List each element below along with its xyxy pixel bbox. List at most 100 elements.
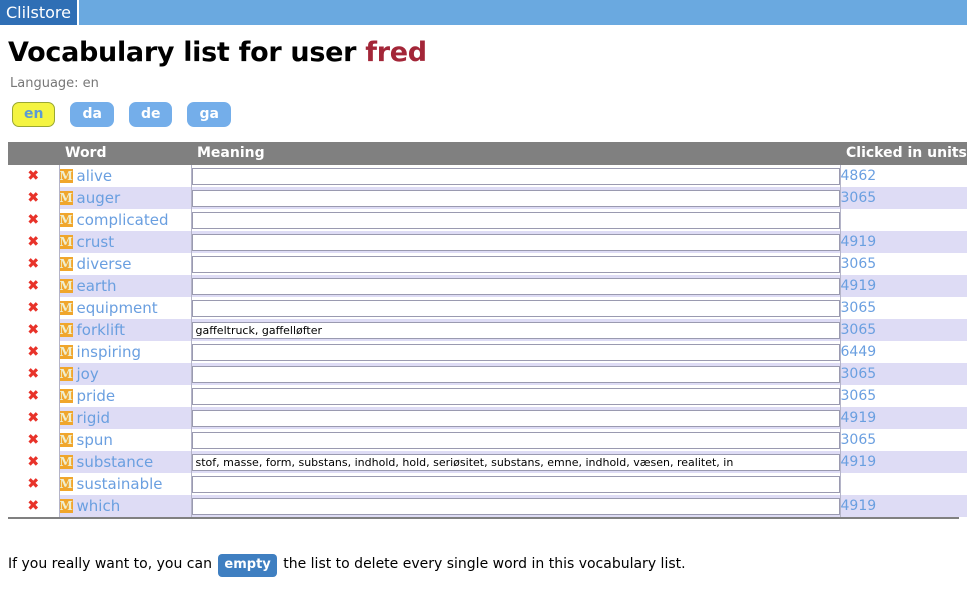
delete-icon[interactable]: ✖ — [27, 411, 39, 425]
delete-word-cell[interactable]: ✖ — [8, 429, 60, 451]
delete-word-cell[interactable]: ✖ — [8, 231, 60, 253]
multidict-icon[interactable]: M — [59, 213, 73, 227]
meaning-input[interactable] — [191, 387, 840, 405]
delete-word-cell[interactable]: ✖ — [8, 407, 60, 429]
delete-icon[interactable]: ✖ — [27, 455, 39, 469]
word-link[interactable]: rigid — [77, 409, 111, 427]
clicked-in-units-cell[interactable]: 3065 — [839, 319, 967, 341]
delete-word-cell[interactable]: ✖ — [8, 253, 60, 275]
clicked-in-units-cell[interactable]: 3065 — [839, 253, 967, 275]
meaning-input[interactable] — [191, 365, 840, 383]
meaning-input[interactable] — [191, 277, 840, 295]
delete-word-cell[interactable]: ✖ — [8, 297, 60, 319]
multidict-icon[interactable]: M — [59, 235, 73, 249]
delete-icon[interactable]: ✖ — [27, 191, 39, 205]
meaning-input[interactable] — [191, 233, 840, 251]
clicked-in-units-cell[interactable]: 4919 — [839, 407, 967, 429]
multidict-icon[interactable]: M — [59, 279, 73, 293]
language-pill-da[interactable]: da — [70, 102, 114, 127]
language-pill-ga[interactable]: ga — [187, 102, 231, 127]
multidict-icon[interactable]: M — [59, 433, 73, 447]
delete-icon[interactable]: ✖ — [27, 477, 39, 491]
multidict-icon[interactable]: M — [59, 499, 73, 513]
word-link[interactable]: sustainable — [77, 475, 163, 493]
delete-word-cell[interactable]: ✖ — [8, 495, 60, 517]
delete-word-cell[interactable]: ✖ — [8, 451, 60, 473]
empty-list-button[interactable]: empty — [218, 554, 277, 577]
meaning-input[interactable] — [191, 453, 840, 471]
multidict-icon[interactable]: M — [59, 367, 73, 381]
clicked-in-units-cell[interactable]: 4919 — [839, 275, 967, 297]
clicked-in-units-cell[interactable]: 4919 — [839, 231, 967, 253]
meaning-input[interactable] — [191, 167, 840, 185]
delete-icon[interactable]: ✖ — [27, 213, 39, 227]
multidict-icon[interactable]: M — [59, 323, 73, 337]
language-pill-en[interactable]: en — [12, 102, 56, 127]
delete-icon[interactable]: ✖ — [27, 301, 39, 315]
multidict-icon[interactable]: M — [59, 301, 73, 315]
meaning-input[interactable] — [191, 409, 840, 427]
delete-icon[interactable]: ✖ — [27, 345, 39, 359]
word-link[interactable]: alive — [77, 167, 113, 185]
multidict-icon[interactable]: M — [59, 389, 73, 403]
language-pill-de[interactable]: de — [128, 102, 173, 127]
delete-word-cell[interactable]: ✖ — [8, 275, 60, 297]
delete-icon[interactable]: ✖ — [27, 433, 39, 447]
delete-icon[interactable]: ✖ — [27, 367, 39, 381]
meaning-input[interactable] — [191, 211, 840, 229]
word-link[interactable]: earth — [77, 277, 117, 295]
clicked-in-units-cell[interactable]: 4862 — [839, 165, 967, 187]
multidict-icon[interactable]: M — [59, 455, 73, 469]
multidict-icon[interactable]: M — [59, 169, 73, 183]
clicked-in-units-cell[interactable]: 3065 — [839, 363, 967, 385]
delete-icon[interactable]: ✖ — [27, 499, 39, 513]
clicked-in-units-cell[interactable]: 6449 — [839, 341, 967, 363]
meaning-input[interactable] — [191, 431, 840, 449]
word-link[interactable]: complicated — [77, 211, 169, 229]
clicked-in-units-cell[interactable]: 3065 — [839, 187, 967, 209]
delete-word-cell[interactable]: ✖ — [8, 473, 60, 495]
meaning-input[interactable] — [191, 475, 840, 493]
multidict-icon[interactable]: M — [59, 477, 73, 491]
word-link[interactable]: substance — [77, 453, 154, 471]
delete-word-cell[interactable]: ✖ — [8, 385, 60, 407]
word-link[interactable]: crust — [77, 233, 115, 251]
clicked-in-units-cell[interactable]: 3065 — [839, 297, 967, 319]
meaning-input[interactable] — [191, 497, 840, 515]
meaning-input[interactable] — [191, 189, 840, 207]
word-link[interactable]: equipment — [77, 299, 158, 317]
word-link[interactable]: joy — [77, 365, 99, 383]
multidict-icon[interactable]: M — [59, 411, 73, 425]
meaning-input[interactable] — [191, 321, 840, 339]
clicked-in-units-cell[interactable]: 4919 — [839, 495, 967, 517]
multidict-icon[interactable]: M — [59, 345, 73, 359]
word-link[interactable]: auger — [77, 189, 121, 207]
delete-word-cell[interactable]: ✖ — [8, 319, 60, 341]
word-link[interactable]: inspiring — [77, 343, 142, 361]
delete-word-cell[interactable]: ✖ — [8, 209, 60, 231]
delete-word-cell[interactable]: ✖ — [8, 363, 60, 385]
delete-icon[interactable]: ✖ — [27, 279, 39, 293]
clicked-in-units-cell[interactable]: 3065 — [839, 429, 967, 451]
delete-icon[interactable]: ✖ — [27, 235, 39, 249]
delete-word-cell[interactable]: ✖ — [8, 187, 60, 209]
meaning-input[interactable] — [191, 343, 840, 361]
delete-icon[interactable]: ✖ — [27, 323, 39, 337]
word-link[interactable]: which — [77, 497, 121, 515]
meaning-input[interactable] — [191, 299, 840, 317]
word-link[interactable]: pride — [77, 387, 116, 405]
word-link[interactable]: spun — [77, 431, 113, 449]
delete-word-cell[interactable]: ✖ — [8, 341, 60, 363]
meaning-input[interactable] — [191, 255, 840, 273]
delete-icon[interactable]: ✖ — [27, 169, 39, 183]
delete-word-cell[interactable]: ✖ — [8, 165, 60, 187]
clicked-in-units-cell[interactable]: 4919 — [839, 451, 967, 473]
clicked-in-units-cell[interactable] — [839, 473, 967, 495]
multidict-icon[interactable]: M — [59, 191, 73, 205]
multidict-icon[interactable]: M — [59, 257, 73, 271]
clilstore-brand-label[interactable]: Clilstore — [0, 0, 77, 25]
word-link[interactable]: diverse — [77, 255, 132, 273]
delete-icon[interactable]: ✖ — [27, 389, 39, 403]
clicked-in-units-cell[interactable] — [839, 209, 967, 231]
word-link[interactable]: forklift — [77, 321, 126, 339]
